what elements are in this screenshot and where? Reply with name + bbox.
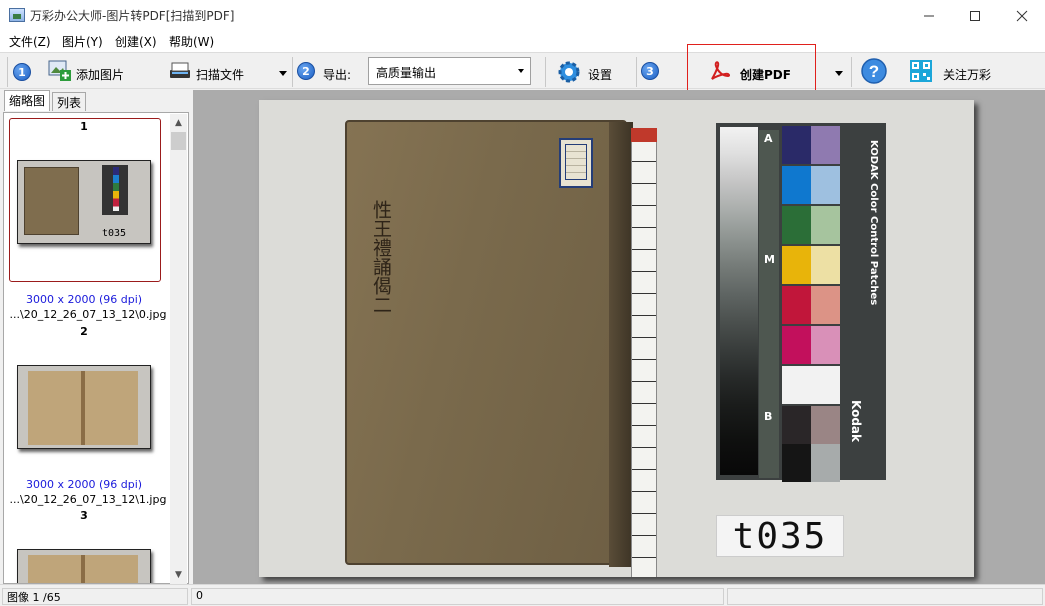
close-icon (1016, 10, 1028, 21)
minimize-icon (924, 15, 934, 16)
color-swatch (782, 406, 811, 444)
gear-icon (558, 61, 580, 83)
menu-help[interactable]: 帮助(W) (168, 33, 215, 50)
menu-bar: 文件(Z) 图片(Y) 创建(X) 帮助(W) (0, 31, 1045, 52)
scan-file-label: 扫描文件 (196, 68, 245, 82)
minimize-button[interactable] (906, 0, 952, 31)
follow-wancai-button[interactable]: 关注万彩 (906, 58, 1006, 86)
preview-area: 性王禮誦偈二 A M B KODAK Color Control Patches… (193, 90, 1045, 584)
color-swatch (782, 206, 811, 244)
qrcode-icon (910, 60, 932, 82)
color-swatch (811, 126, 840, 164)
thumbnail-list: 1 t035 3000 x 2000 (96 dpi) ...\20_12_26… (3, 112, 189, 584)
thumbnail-info: 3000 x 2000 (96 dpi) (25, 478, 143, 491)
color-swatch-white (782, 366, 840, 404)
app-icon (9, 8, 25, 22)
color-swatch (782, 126, 811, 164)
color-swatch (811, 166, 840, 204)
chevron-down-icon (518, 69, 524, 73)
add-images-button[interactable]: 添加图片 (46, 58, 156, 86)
book-label (559, 138, 593, 188)
maximize-button[interactable] (952, 0, 998, 31)
toolbar-grip (7, 57, 8, 87)
thumbnail-filename: ...\20_12_26_07_13_12\0.jpg (9, 308, 167, 321)
svg-text:?: ? (869, 62, 879, 81)
color-swatch (811, 326, 840, 364)
thumbnail-number: 3 (80, 509, 88, 522)
help-icon: ? (861, 58, 887, 84)
status-bar: 图像 1 /65 0 (0, 584, 1045, 606)
color-strip (113, 167, 119, 211)
step-3-icon: 3 (641, 62, 659, 80)
menu-file[interactable]: 文件(Z) (8, 33, 52, 50)
book-spine (609, 122, 633, 567)
thumbnail-filename: ...\20_12_26_07_13_12\1.jpg (9, 493, 167, 506)
gray-scale-strip (720, 127, 758, 475)
target-label: t035 (716, 515, 844, 557)
scroll-down-icon[interactable]: ▼ (170, 566, 187, 583)
color-swatch (811, 286, 840, 324)
color-swatch (782, 166, 811, 204)
status-value: 0 (191, 588, 724, 605)
scroll-thumb[interactable] (171, 132, 186, 150)
book-title: 性王禮誦偈二 (370, 200, 392, 314)
color-swatch (782, 246, 811, 284)
color-swatch (811, 444, 840, 482)
gray-letter-m: M (764, 253, 775, 266)
toolbar-separator (851, 57, 852, 87)
color-swatch (811, 246, 840, 284)
preview-image: 性王禮誦偈二 A M B KODAK Color Control Patches… (259, 100, 974, 577)
export-quality-select[interactable]: 高质量输出 (368, 57, 531, 85)
ruler-ticks (632, 140, 656, 577)
book-shape (24, 167, 79, 235)
thumbnail-image[interactable]: t035 (17, 160, 151, 244)
follow-wancai-label: 关注万彩 (943, 68, 992, 82)
scan-dropdown-icon[interactable] (279, 71, 287, 76)
toolbar-separator (292, 57, 293, 87)
thumbnail-info: 3000 x 2000 (96 dpi) (25, 293, 143, 306)
step-1-icon: 1 (13, 63, 31, 81)
export-quality-value: 高质量输出 (376, 66, 437, 80)
status-extra (727, 588, 1043, 605)
thumbnail-panel: 缩略图 列表 1 t035 3000 x 2000 (96 dpi) ...\2… (0, 90, 190, 584)
settings-label: 设置 (588, 68, 613, 82)
toolbar-separator (545, 57, 546, 87)
tab-list[interactable]: 列表 (52, 92, 87, 111)
kodak-brand: Kodak (849, 400, 863, 442)
thumbnail-image[interactable] (17, 549, 151, 583)
menu-create[interactable]: 创建(X) (114, 33, 158, 50)
tab-thumbnails[interactable]: 缩略图 (4, 90, 51, 111)
thumbnail-target-label: t035 (102, 228, 127, 239)
maximize-icon (970, 10, 980, 21)
gray-letter-a: A (764, 132, 773, 145)
thumbnail-scrollbar[interactable]: ▲ ▼ (170, 114, 187, 584)
export-label: 导出: (323, 68, 352, 82)
window-title: 万彩办公大师-图片转PDF[扫描到PDF] (30, 9, 235, 23)
scroll-up-icon[interactable]: ▲ (170, 114, 187, 131)
gray-letter-b: B (764, 410, 773, 423)
color-swatch (782, 326, 811, 364)
scanner-icon (170, 62, 190, 78)
add-images-label: 添加图片 (76, 68, 125, 82)
open-book-shape (28, 555, 138, 583)
add-image-icon (48, 60, 71, 81)
color-swatch (811, 406, 840, 444)
open-book-shape (28, 371, 138, 445)
toolbar-separator (636, 57, 637, 87)
thumbnail-number: 2 (80, 325, 88, 338)
help-button[interactable]: ? (860, 57, 890, 87)
gray-scale-index-bar (759, 130, 779, 478)
color-swatch (782, 286, 811, 324)
scan-file-button[interactable]: 扫描文件 (168, 58, 290, 86)
menu-image[interactable]: 图片(Y) (61, 33, 104, 50)
color-swatch (782, 444, 811, 482)
close-button[interactable] (999, 0, 1045, 31)
thumbnail-image[interactable] (17, 365, 151, 449)
status-image-index: 图像 1 /65 (2, 588, 188, 605)
step-2-icon: 2 (297, 62, 315, 80)
create-pdf-dropdown-icon[interactable] (835, 71, 843, 76)
color-swatch (811, 206, 840, 244)
title-bar: 万彩办公大师-图片转PDF[扫描到PDF] (0, 0, 1045, 31)
settings-button[interactable]: 设置 (556, 58, 626, 86)
